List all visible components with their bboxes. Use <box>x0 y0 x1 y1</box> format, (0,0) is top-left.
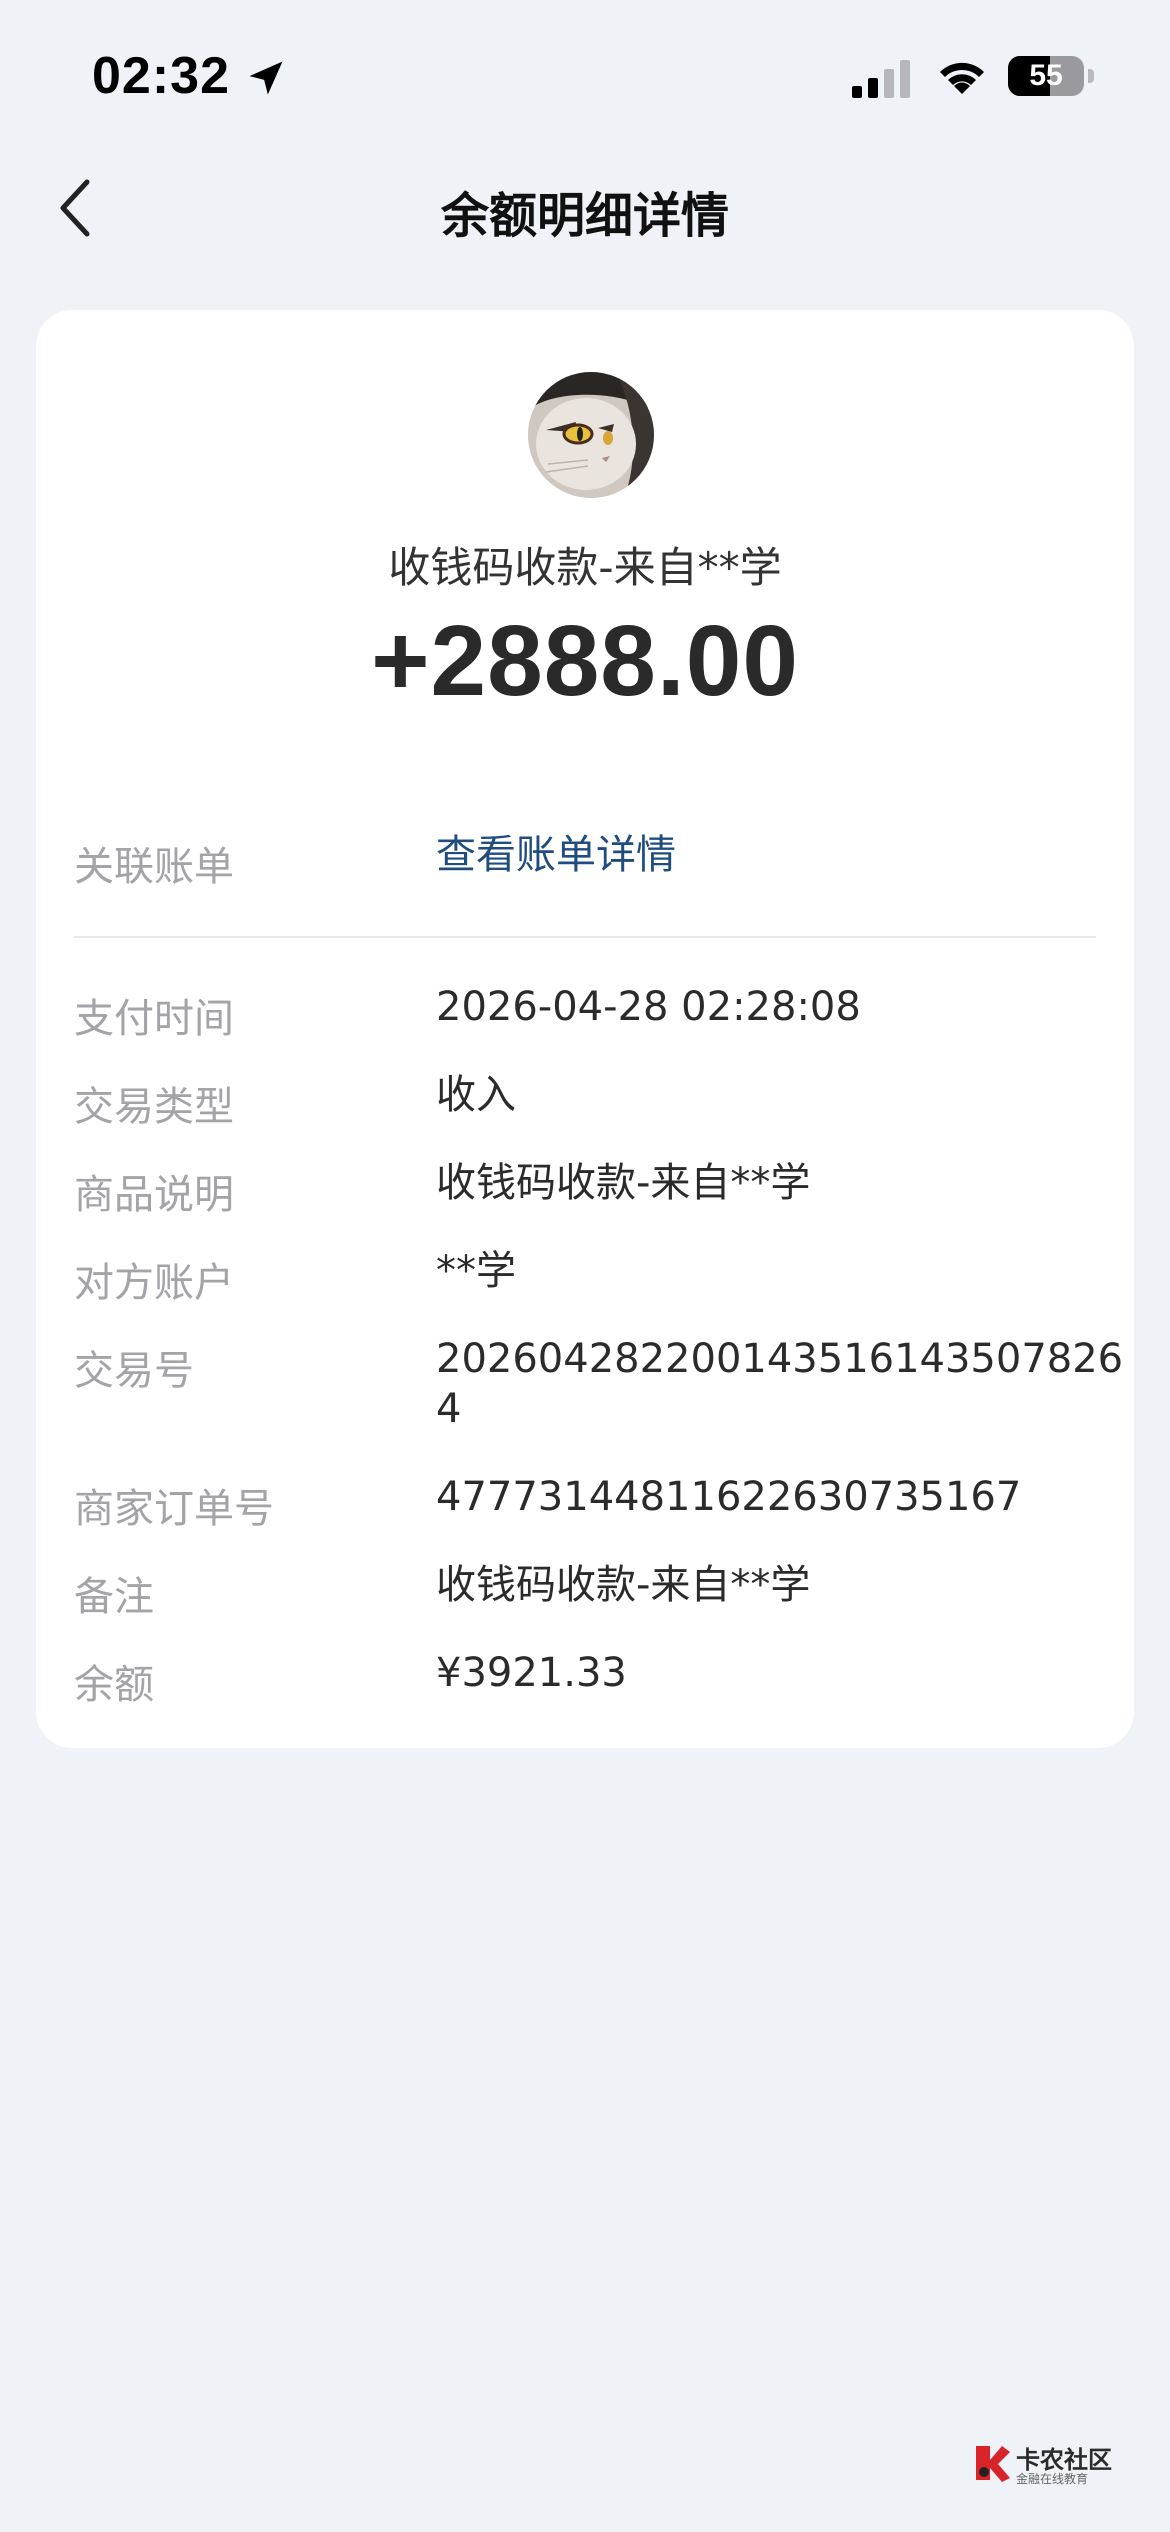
detail-value-trade-no: 2026042822001435161435078264 <box>436 1336 1124 1432</box>
detail-label-pay-time: 支付时间 <box>74 996 234 1042</box>
detail-value-counterparty: **学 <box>436 1248 516 1294</box>
status-time: 02:32 <box>92 47 230 105</box>
page-title: 余额明细详情 <box>440 188 729 244</box>
detail-value-remark: 收钱码收款-来自**学 <box>436 1562 811 1608</box>
divider <box>74 936 1096 938</box>
detail-value-pay-time: 2026-04-28 02:28:08 <box>436 984 861 1030</box>
location-arrow-icon <box>249 61 283 95</box>
kanong-logo-icon <box>976 2446 1010 2482</box>
battery-cap <box>1088 69 1094 83</box>
watermark-subtitle: 金融在线教育 <box>1016 2472 1089 2486</box>
avatar <box>528 372 654 498</box>
watermark: 卡农社区 金融在线教育 <box>972 2440 1142 2490</box>
detail-label-balance: 余额 <box>74 1662 154 1708</box>
cat-avatar-icon <box>528 372 654 498</box>
view-bill-details-link[interactable]: 查看账单详情 <box>436 830 1126 880</box>
status-bar: 02:32 55 <box>0 0 1170 150</box>
battery-level: 55 <box>1029 59 1063 92</box>
detail-value-balance: ¥3921.33 <box>436 1650 627 1696</box>
detail-value-goods: 收钱码收款-来自**学 <box>436 1160 811 1206</box>
transaction-amount: +2888.00 <box>371 605 799 717</box>
signal-icon <box>852 60 910 98</box>
detail-label-order-no: 商家订单号 <box>74 1486 274 1532</box>
detail-value-type: 收入 <box>436 1072 516 1118</box>
detail-label-counterparty: 对方账户 <box>74 1260 234 1306</box>
transaction-title: 收钱码收款-来自**学 <box>388 543 782 592</box>
detail-card: 收钱码收款-来自**学 +2888.00 关联账单 查看账单详情 支付时间 20… <box>36 310 1134 1748</box>
battery-icon: 55 <box>1008 56 1084 96</box>
detail-label-goods: 商品说明 <box>74 1172 234 1218</box>
wifi-icon <box>940 62 984 94</box>
detail-label-trade-no: 交易号 <box>74 1348 194 1394</box>
detail-value-order-no: 47773144811622630735167 <box>436 1474 1022 1520</box>
page: 02:32 55 余额明细详情 收钱码收款-来自**学 +2888.00 关联账… <box>0 0 1170 2532</box>
detail-label-remark: 备注 <box>74 1574 154 1620</box>
detail-label-type: 交易类型 <box>74 1084 234 1130</box>
linked-bill-label: 关联账单 <box>74 844 234 890</box>
